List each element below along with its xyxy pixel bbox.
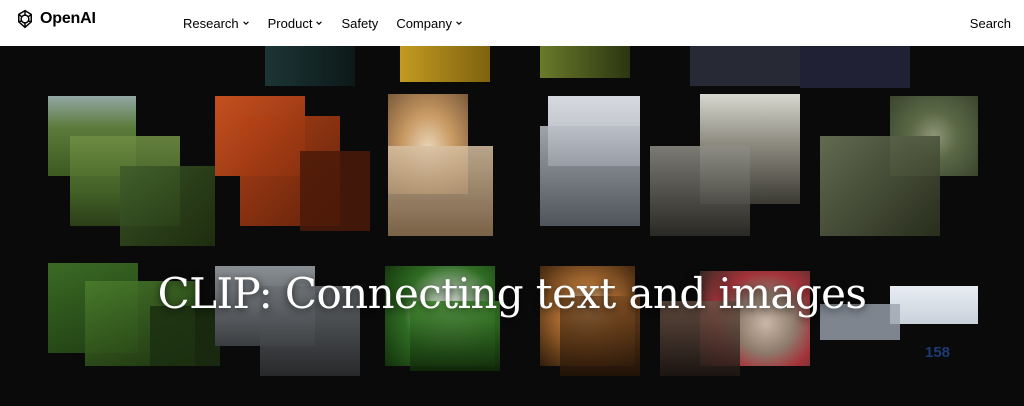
nav-company[interactable]: Company <box>396 16 463 31</box>
hero-headline: CLIP: Connecting text and images <box>157 269 867 318</box>
collage-tile-building <box>650 146 750 236</box>
number-card-text: 158 <box>925 344 951 361</box>
nav-research-label: Research <box>183 15 239 31</box>
chevron-down-icon <box>316 21 323 25</box>
nav-safety[interactable]: Safety <box>341 16 378 31</box>
collage-tile-dark <box>800 46 910 88</box>
nav-company-label: Company <box>396 15 452 31</box>
collage-tile-green <box>540 46 630 78</box>
collage-tile-aerial <box>820 136 940 236</box>
brand-name: OpenAI <box>40 10 96 27</box>
search-link[interactable]: Search <box>970 0 1011 46</box>
collage-tile-leaf <box>300 151 370 231</box>
collage-tile-stained <box>265 46 355 86</box>
openai-logo-icon <box>18 9 32 29</box>
chevron-down-icon <box>242 21 249 25</box>
nav-product[interactable]: Product <box>268 16 324 31</box>
chevron-down-icon <box>456 21 462 25</box>
collage-tile-building <box>690 46 800 86</box>
collage-tile-cat <box>388 146 493 236</box>
top-navbar: OpenAI Research Product Safety Company S… <box>0 0 1024 46</box>
main-nav: Research Product Safety Company <box>183 0 463 46</box>
nav-safety-label: Safety <box>341 15 379 31</box>
openai-logo[interactable]: OpenAI <box>14 8 96 30</box>
collage-tile-yellow <box>400 46 490 82</box>
nav-product-label: Product <box>267 15 313 31</box>
collage-tile-airplane <box>540 126 640 226</box>
hero-banner: 158 CLIP: Connecting text and images <box>0 46 1024 406</box>
collage-tile-field <box>120 166 215 246</box>
nav-research[interactable]: Research <box>183 16 250 31</box>
